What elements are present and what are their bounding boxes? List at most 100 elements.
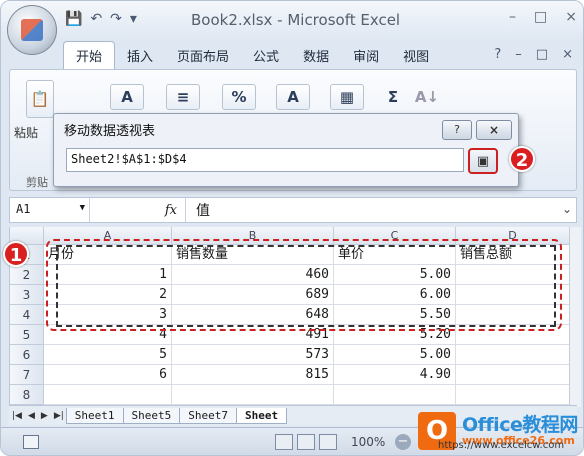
expand-formula-icon[interactable]: ⌄ <box>562 202 572 216</box>
sheet-tab-sheet1[interactable]: Sheet1 <box>65 407 124 424</box>
table-cell[interactable]: 4 <box>44 325 172 345</box>
table-cell[interactable] <box>334 385 456 405</box>
table-cell[interactable]: 5 <box>44 345 172 365</box>
sheet-tab-sheet7[interactable]: Sheet7 <box>179 407 238 424</box>
table-cell[interactable] <box>44 385 172 405</box>
undo-icon[interactable]: ↶ <box>90 11 102 27</box>
row-header[interactable]: 3 <box>10 285 44 305</box>
zoom-level[interactable]: 100% <box>351 435 385 449</box>
minimize-button[interactable]: – <box>509 9 516 25</box>
tab-home[interactable]: 开始 <box>63 41 116 69</box>
row-header[interactable]: 4 <box>10 305 44 325</box>
cells-button[interactable]: ▦ <box>330 84 364 110</box>
last-sheet-icon[interactable]: ▶| <box>51 411 67 421</box>
align-button[interactable]: ≡ <box>166 84 200 110</box>
prev-sheet-icon[interactable]: ◀ <box>25 411 38 421</box>
callout-badge-1: 1 <box>3 241 29 267</box>
tab-page-layout[interactable]: 页面布局 <box>165 42 241 69</box>
ribbon-restore-button[interactable]: □ <box>536 47 548 62</box>
table-cell[interactable] <box>172 385 334 405</box>
next-sheet-icon[interactable]: ▶ <box>38 411 51 421</box>
tab-insert[interactable]: 插入 <box>115 42 165 69</box>
sheet-tab-sheet5[interactable]: Sheet5 <box>122 407 181 424</box>
fx-button[interactable]: fx <box>90 198 186 222</box>
formula-input[interactable]: 值 <box>186 200 210 220</box>
table-cell[interactable]: 5.00 <box>334 265 456 285</box>
table-cell[interactable]: 5.50 <box>334 305 456 325</box>
name-box-value: A1 <box>16 202 31 216</box>
vertical-scrollbar[interactable] <box>569 227 581 407</box>
table-cell[interactable]: 销售数量 <box>172 245 334 265</box>
page-break-view-icon[interactable] <box>319 434 337 450</box>
tab-formulas[interactable]: 公式 <box>241 42 291 69</box>
row-header[interactable]: 5 <box>10 325 44 345</box>
table-cell[interactable]: 销售总额 <box>456 245 569 265</box>
redo-icon[interactable]: ↷ <box>110 11 122 27</box>
paste-icon[interactable]: 📋 <box>26 80 54 118</box>
qat-more-icon[interactable]: ▾ <box>130 11 137 27</box>
table-cell[interactable]: 6.00 <box>334 285 456 305</box>
table-cell[interactable] <box>456 385 569 405</box>
table-cell[interactable] <box>456 265 569 285</box>
close-button[interactable]: × <box>565 9 577 25</box>
sort-button[interactable]: A↓ <box>410 84 444 110</box>
table-cell[interactable]: 3 <box>44 305 172 325</box>
table-cell[interactable] <box>456 305 569 325</box>
dialog-help-button[interactable]: ? <box>442 120 472 140</box>
table-cell[interactable]: 648 <box>172 305 334 325</box>
dialog-close-button[interactable]: × <box>476 120 512 140</box>
number-format-button[interactable]: % <box>222 84 256 110</box>
ribbon-close-button[interactable]: × <box>562 47 573 62</box>
table-cell[interactable]: 815 <box>172 365 334 385</box>
table-cell[interactable]: 4.90 <box>334 365 456 385</box>
column-header-a[interactable]: A <box>44 227 172 245</box>
table-cell[interactable]: 6 <box>44 365 172 385</box>
row-header[interactable]: 6 <box>10 345 44 365</box>
first-sheet-icon[interactable]: |◀ <box>9 411 25 421</box>
font-color-button[interactable]: A <box>110 84 144 110</box>
table-cell[interactable]: 1 <box>44 265 172 285</box>
dialog-title: 移动数据透视表 <box>64 124 156 139</box>
table-cell[interactable]: 5.20 <box>334 325 456 345</box>
row-header[interactable]: 2 <box>10 265 44 285</box>
normal-view-icon[interactable] <box>275 434 293 450</box>
page-layout-view-icon[interactable] <box>297 434 315 450</box>
macro-record-icon[interactable] <box>23 435 39 449</box>
sheet-tab-active[interactable]: Sheet <box>236 407 288 424</box>
table-cell[interactable] <box>456 365 569 385</box>
ribbon-minimize-button[interactable]: – <box>515 47 522 62</box>
table-cell[interactable]: 460 <box>172 265 334 285</box>
collapse-dialog-button[interactable]: ▣ <box>468 148 498 174</box>
office-button[interactable] <box>7 5 57 55</box>
tab-data[interactable]: 数据 <box>291 42 341 69</box>
column-header-b[interactable]: B <box>172 227 334 245</box>
column-header-c[interactable]: C <box>334 227 456 245</box>
table-cell[interactable]: 2 <box>44 285 172 305</box>
table-cell[interactable] <box>456 345 569 365</box>
name-box[interactable]: A1 ▼ <box>10 198 90 222</box>
tab-view[interactable]: 视图 <box>391 42 441 69</box>
row-header[interactable]: 8 <box>10 385 44 405</box>
table-cell[interactable]: 491 <box>172 325 334 345</box>
paste-label: 粘贴 <box>14 126 39 140</box>
help-icon[interactable]: ? <box>494 47 501 62</box>
zoom-out-icon[interactable]: − <box>395 434 411 450</box>
tab-review[interactable]: 审阅 <box>341 42 391 69</box>
styles-button[interactable]: A <box>276 84 310 110</box>
row-header[interactable]: 7 <box>10 365 44 385</box>
maximize-button[interactable]: □ <box>534 9 547 25</box>
range-input[interactable]: Sheet2!$A$1:$D$4 <box>66 148 464 172</box>
table-cell[interactable]: 单价 <box>334 245 456 265</box>
table-cell[interactable] <box>456 285 569 305</box>
table-cell[interactable]: 689 <box>172 285 334 305</box>
table-cell[interactable]: 573 <box>172 345 334 365</box>
chevron-down-icon[interactable]: ▼ <box>80 203 85 213</box>
save-icon[interactable]: 💾 <box>65 11 82 27</box>
column-header-d[interactable]: D <box>456 227 569 245</box>
table-cell[interactable]: 5.00 <box>334 345 456 365</box>
table-cell[interactable] <box>456 325 569 345</box>
table-cell[interactable]: 月份 <box>44 245 172 265</box>
excel-window: 💾 ↶ ↷ ▾ Book2.xlsx - Microsoft Excel – □… <box>0 0 584 456</box>
autosum-button[interactable]: Σ <box>376 84 410 110</box>
clipboard-group-label: 剪贴 <box>26 176 48 189</box>
